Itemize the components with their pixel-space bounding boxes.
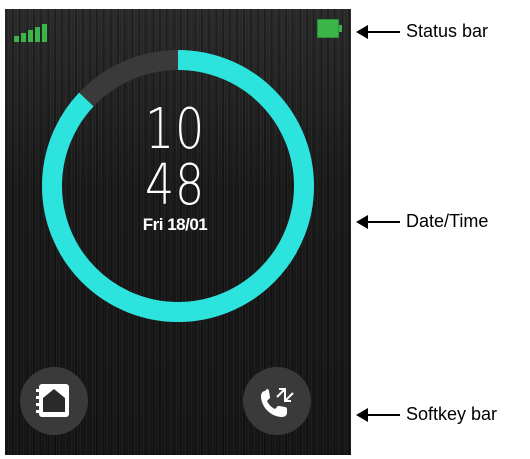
phone-screen: 10 48 Fri 18/01 bbox=[5, 9, 351, 455]
call-transfer-softkey-button[interactable] bbox=[243, 367, 311, 435]
home-contacts-icon bbox=[36, 384, 69, 417]
annotation-label: Date/Time bbox=[406, 211, 489, 231]
annotation-label: Status bar bbox=[406, 21, 489, 41]
date-time: 10 48 Fri 18/01 bbox=[125, 101, 225, 235]
arrow-left-icon bbox=[356, 408, 400, 422]
time-minute: 48 bbox=[144, 153, 206, 218]
annotation-label: Softkey bar bbox=[406, 404, 498, 424]
date-label: Fri 18/01 bbox=[142, 215, 208, 234]
arrow-left-icon bbox=[356, 215, 400, 229]
time-hour: 10 bbox=[144, 97, 206, 162]
home-softkey-button[interactable] bbox=[20, 367, 88, 435]
arrow-left-icon bbox=[356, 25, 400, 39]
call-transfer-icon bbox=[261, 388, 294, 417]
